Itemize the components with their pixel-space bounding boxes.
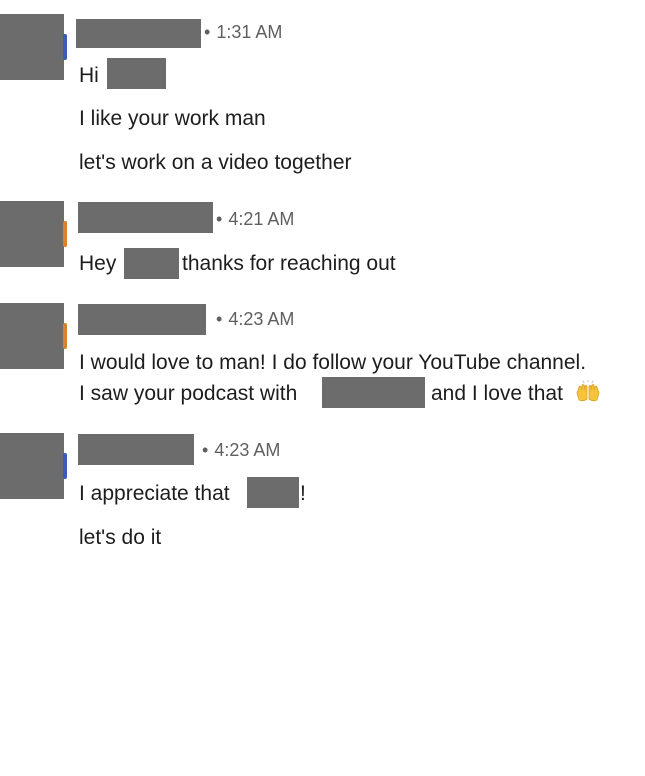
separator-dot: • bbox=[216, 209, 223, 229]
message-text: ! bbox=[300, 482, 306, 505]
message-text: Hi bbox=[79, 64, 99, 87]
redacted-sender-name[interactable] bbox=[78, 304, 206, 335]
message-text: I would love to man! I do follow your Yo… bbox=[79, 351, 587, 374]
message-timestamp: • 4:23 AM bbox=[216, 309, 295, 329]
separator-dot: • bbox=[204, 22, 211, 42]
redacted-name bbox=[124, 248, 179, 279]
separator-dot: • bbox=[202, 440, 209, 460]
message-text: I saw your podcast with bbox=[79, 382, 298, 405]
message-text: and I love that bbox=[431, 382, 563, 405]
message-timestamp: • 4:23 AM bbox=[202, 440, 281, 460]
message-text: Hey bbox=[79, 252, 117, 275]
message-text: let's work on a video together bbox=[79, 151, 352, 174]
redacted-sender-name[interactable] bbox=[78, 434, 194, 465]
message-text: I like your work man bbox=[79, 107, 266, 130]
message-timestamp: • 4:21 AM bbox=[216, 209, 295, 229]
redacted-sender-name[interactable] bbox=[78, 202, 213, 233]
redacted-sender-name[interactable] bbox=[76, 19, 201, 48]
avatar-ring bbox=[63, 453, 67, 479]
avatar-ring bbox=[63, 34, 67, 60]
redacted-name bbox=[322, 377, 425, 408]
message-timestamp: • 1:31 AM bbox=[204, 22, 283, 42]
redacted-name bbox=[107, 58, 166, 89]
raising-hands-emoji-icon bbox=[576, 380, 600, 402]
avatar-ring bbox=[63, 221, 67, 247]
avatar-ring bbox=[63, 323, 67, 349]
redacted-name bbox=[247, 477, 299, 508]
avatar[interactable] bbox=[0, 201, 67, 267]
message-text: thanks for reaching out bbox=[182, 252, 396, 275]
message-text: let's do it bbox=[79, 526, 162, 549]
message-text: I appreciate that bbox=[79, 482, 230, 505]
avatar[interactable] bbox=[0, 303, 67, 369]
avatar[interactable] bbox=[0, 14, 67, 80]
avatar[interactable] bbox=[0, 433, 67, 499]
separator-dot: • bbox=[216, 309, 223, 329]
